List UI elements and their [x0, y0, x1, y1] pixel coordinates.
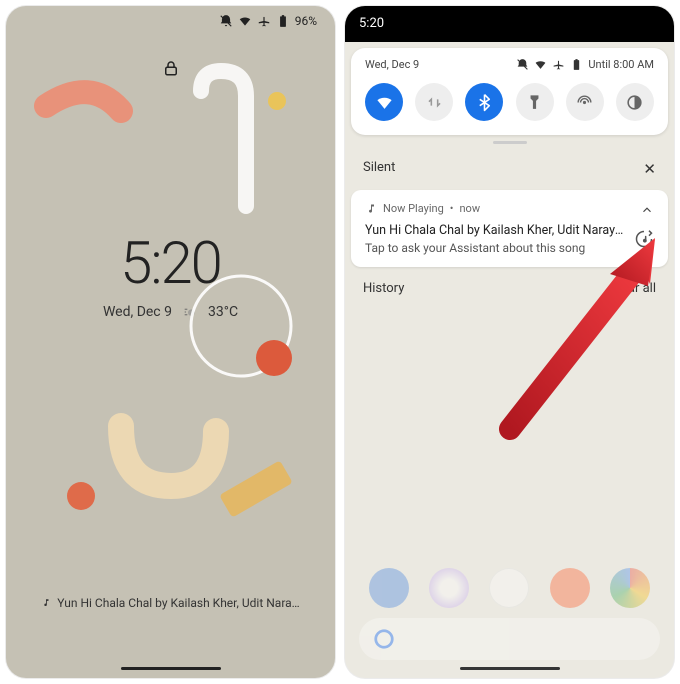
wallpaper-shapes — [6, 6, 335, 678]
now-playing-bar[interactable]: Yun Hi Chala Chal by Kailash Kher, Udit … — [6, 596, 335, 610]
date-text: Wed, Dec 9 — [103, 304, 172, 320]
tile-wifi[interactable] — [365, 83, 403, 121]
quick-settings-panel: Wed, Dec 9 Until 8:00 AM — [351, 48, 668, 135]
history-button[interactable]: History — [363, 281, 404, 296]
airplane-icon — [257, 14, 271, 28]
nav-handle[interactable] — [460, 667, 560, 670]
nav-handle[interactable] — [121, 667, 221, 670]
notif-title: Yun Hi Chala Chal by Kailash Kher, Udit … — [365, 223, 654, 238]
now-playing-notification[interactable]: Now Playing • now Yun Hi Chala Chal by K… — [351, 190, 668, 267]
notif-when: now — [459, 202, 480, 215]
assistant-song-button[interactable] — [634, 229, 654, 253]
notif-subtitle: Tap to ask your Assistant about this son… — [365, 241, 654, 255]
music-note-icon — [41, 598, 51, 608]
tile-hotspot[interactable] — [566, 83, 604, 121]
dismiss-section-button[interactable]: ✕ — [643, 160, 656, 178]
tile-flashlight[interactable] — [516, 83, 554, 121]
status-bar-dark: 5:20 — [345, 6, 674, 42]
background-search-bar — [359, 618, 660, 660]
alarm-text: Until 8:00 AM — [588, 58, 654, 71]
date-row: Wed, Dec 9 33°C — [6, 304, 335, 320]
section-label: Silent — [363, 160, 395, 178]
qs-date: Wed, Dec 9 — [365, 58, 419, 71]
dnd-icon — [219, 14, 233, 28]
music-note-icon — [365, 203, 377, 215]
battery-icon — [276, 14, 290, 28]
airplane-icon — [552, 58, 565, 71]
qs-tiles — [365, 83, 654, 121]
status-bar: 96% — [6, 6, 335, 36]
background-dock — [345, 568, 674, 608]
tile-mobile-data[interactable] — [415, 83, 453, 121]
notif-app-name: Now Playing — [383, 202, 444, 215]
wifi-icon — [534, 58, 547, 71]
silent-section-header: Silent ✕ — [345, 148, 674, 190]
wifi-icon — [238, 14, 252, 28]
shade-footer: History Clear all — [345, 267, 674, 310]
tile-bluetooth[interactable] — [465, 83, 503, 121]
battery-text: 96% — [295, 14, 317, 28]
google-g-icon — [373, 628, 395, 650]
panel-handle[interactable] — [493, 141, 527, 144]
weather-icon — [182, 306, 198, 318]
temp-text: 33°C — [208, 304, 238, 320]
now-playing-text: Yun Hi Chala Chal by Kailash Kher, Udit … — [57, 596, 299, 610]
battery-icon — [570, 58, 583, 71]
clear-all-button[interactable]: Clear all — [609, 281, 656, 296]
bullet: • — [450, 202, 454, 215]
lock-screen: 96% 5:20 Wed, Dec 9 33°C Yun Hi Chala Ch… — [6, 6, 335, 678]
collapse-button[interactable] — [640, 202, 654, 221]
qs-status-icons: Until 8:00 AM — [516, 58, 654, 71]
clock-time: 5:20 — [6, 230, 335, 298]
notification-shade: 5:20 Wed, Dec 9 Until 8:00 AM Silent ✕ — [345, 6, 674, 678]
time-text: 5:20 — [359, 16, 384, 31]
tile-dark-theme[interactable] — [616, 83, 654, 121]
dnd-icon — [516, 58, 529, 71]
lock-icon — [6, 58, 335, 82]
